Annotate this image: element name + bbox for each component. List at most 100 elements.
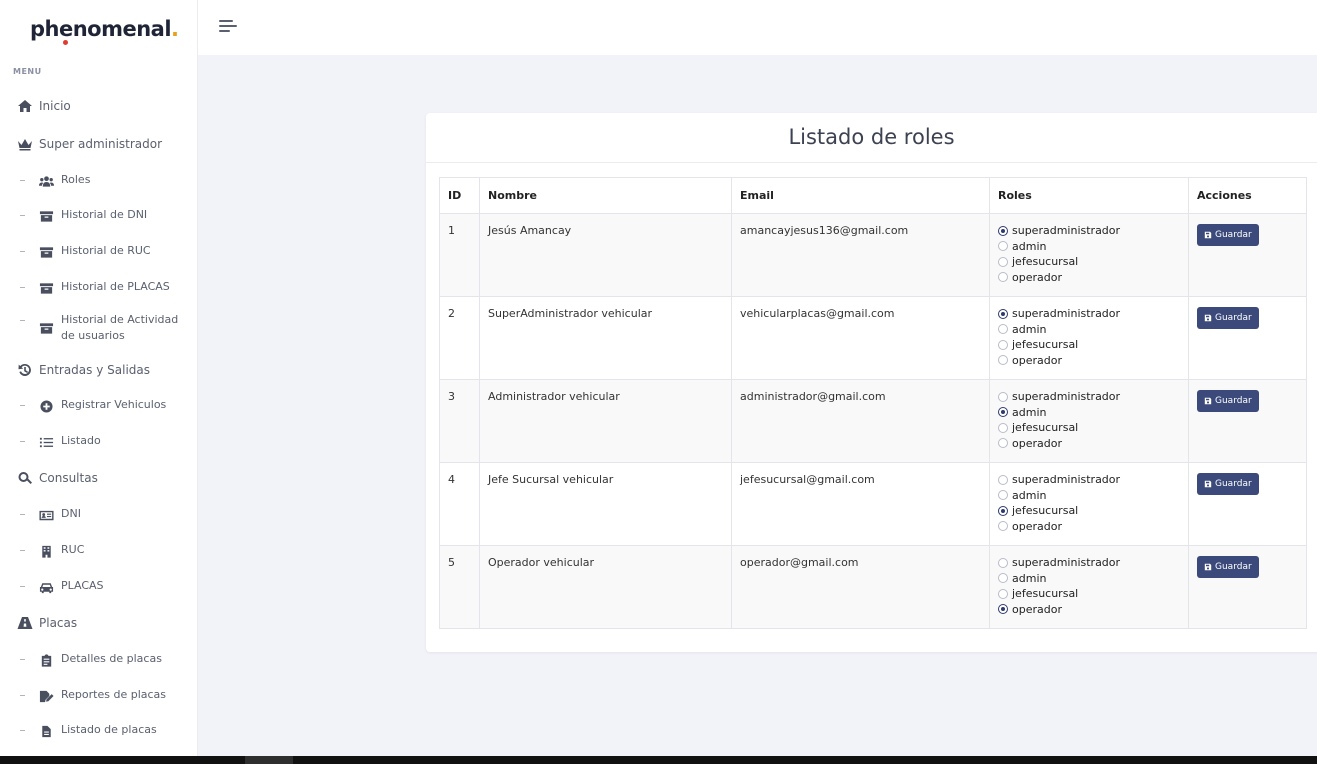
role-option-operador[interactable]: operador — [998, 519, 1180, 535]
crown-icon — [16, 137, 34, 151]
cell-roles: superadministrador admin jefesucursal opera… — [989, 213, 1189, 297]
roles-card: Listado de roles ID Nombre Email Roles A… — [426, 113, 1317, 652]
sidebar-item-label: Listado — [61, 434, 101, 447]
nav-item-inicio[interactable]: Inicio — [16, 99, 71, 113]
sub-dash — [20, 659, 25, 660]
sidebar-item-label: Registrar Vehiculos — [61, 398, 167, 411]
radio-button[interactable] — [998, 308, 1008, 319]
table-row: 2 SuperAdministrador vehicular vehicularpl… — [439, 296, 1307, 380]
file-icon — [38, 724, 54, 738]
guardar-button-label: Guardar — [1215, 313, 1252, 323]
role-option-jefesucursal[interactable]: jefesucursal — [998, 337, 1180, 353]
radio-button[interactable] — [998, 521, 1008, 532]
radio-button[interactable] — [998, 324, 1008, 335]
archive-icon — [38, 281, 54, 295]
guardar-button[interactable]: Guardar — [1197, 556, 1259, 578]
cell-nombre: Administrador vehicular — [479, 379, 732, 463]
nav-item-placas[interactable]: Placas — [16, 616, 77, 630]
role-option-admin[interactable]: admin — [998, 322, 1180, 338]
radio-button[interactable] — [998, 573, 1008, 584]
cell-roles: superadministrador admin jefesucursal opera… — [989, 296, 1189, 380]
role-option-superadministrador[interactable]: superadministrador — [998, 389, 1180, 405]
radio-button[interactable] — [998, 604, 1008, 615]
clipboard-icon — [38, 653, 54, 667]
role-option-superadministrador[interactable]: superadministrador — [998, 472, 1180, 488]
role-option-label: admin — [1012, 405, 1047, 419]
save-icon — [1204, 397, 1215, 405]
sidebar-item-label: PLACAS — [61, 579, 104, 592]
role-option-label: admin — [1012, 488, 1047, 502]
taskbar-item[interactable] — [245, 756, 293, 764]
radio-button[interactable] — [998, 339, 1008, 350]
cell-id: 5 — [439, 545, 480, 629]
role-option-label: jefesucursal — [1012, 587, 1079, 601]
role-option-jefesucursal[interactable]: jefesucursal — [998, 586, 1180, 602]
guardar-button[interactable]: Guardar — [1197, 390, 1259, 412]
guardar-button[interactable]: Guardar — [1197, 473, 1259, 495]
cell-email: administrador@gmail.com — [731, 379, 990, 463]
radio-button[interactable] — [998, 557, 1008, 568]
roles-table: ID Nombre Email Roles Acciones 1 Jesús Am… — [439, 177, 1307, 629]
role-option-label: admin — [1012, 322, 1047, 336]
cell-id: 2 — [439, 296, 480, 380]
role-option-jefesucursal[interactable]: jefesucursal — [998, 503, 1180, 519]
table-row: 5 Operador vehicular operador@gmail.com sup… — [439, 545, 1307, 629]
role-option-superadministrador[interactable]: superadministrador — [998, 555, 1180, 571]
table-header-row: ID Nombre Email Roles Acciones — [439, 177, 1307, 214]
nav-label: Entradas y Salidas — [39, 363, 150, 377]
nav-item-consultas[interactable]: Consultas — [16, 471, 98, 485]
radio-button[interactable] — [998, 355, 1008, 366]
role-option-label: superadministrador — [1012, 556, 1121, 570]
role-option-jefesucursal[interactable]: jefesucursal — [998, 254, 1180, 270]
role-option-label: admin — [1012, 239, 1047, 253]
cell-acciones: Guardar — [1188, 545, 1307, 629]
radio-button[interactable] — [998, 256, 1008, 267]
nav-item-super-administrador[interactable]: Super administrador — [16, 137, 162, 151]
guardar-button[interactable]: Guardar — [1197, 307, 1259, 329]
radio-button[interactable] — [998, 490, 1008, 501]
radio-button[interactable] — [998, 241, 1008, 252]
cell-email: vehicularplacas@gmail.com — [731, 296, 990, 380]
role-option-admin[interactable]: admin — [998, 405, 1180, 421]
sidebar-item-label: Historial de PLACAS — [61, 280, 170, 293]
radio-button[interactable] — [998, 407, 1008, 418]
role-option-operador[interactable]: operador — [998, 436, 1180, 452]
table-row: 1 Jesús Amancay amancayjesus136@gmail.com s… — [439, 213, 1307, 297]
cell-roles: superadministrador admin jefesucursal opera… — [989, 462, 1189, 546]
role-option-operador[interactable]: operador — [998, 602, 1180, 618]
nav-item-entradas-salidas[interactable]: Entradas y Salidas — [16, 363, 150, 377]
sub-dash — [20, 514, 25, 515]
role-option-admin[interactable]: admin — [998, 488, 1180, 504]
guardar-button[interactable]: Guardar — [1197, 224, 1259, 246]
role-option-admin[interactable]: admin — [998, 239, 1180, 255]
role-option-superadministrador[interactable]: superadministrador — [998, 306, 1180, 322]
radio-button[interactable] — [998, 438, 1008, 449]
role-option-label: superadministrador — [1012, 224, 1121, 238]
brand-name: phenomenal — [30, 17, 172, 41]
radio-button[interactable] — [998, 474, 1008, 485]
radio-button[interactable] — [998, 225, 1008, 236]
sidebar-item-label: Listado de placas — [61, 723, 157, 736]
cell-email: jefesucursal@gmail.com — [731, 462, 990, 546]
role-option-admin[interactable]: admin — [998, 571, 1180, 587]
search-icon — [16, 471, 34, 485]
role-option-operador[interactable]: operador — [998, 270, 1180, 286]
sidebar-item-label: Reportes de placas — [61, 688, 167, 701]
col-header-roles: Roles — [989, 177, 1189, 214]
radio-button[interactable] — [998, 588, 1008, 599]
radio-button[interactable] — [998, 272, 1008, 283]
brand-logo[interactable]: phenomenal. — [30, 17, 179, 45]
radio-button[interactable] — [998, 505, 1008, 516]
role-option-superadministrador[interactable]: superadministrador — [998, 223, 1180, 239]
radio-button[interactable] — [998, 422, 1008, 433]
sub-dash — [20, 550, 25, 551]
role-option-label: jefesucursal — [1012, 421, 1079, 435]
role-option-operador[interactable]: operador — [998, 353, 1180, 369]
menu-toggle-icon[interactable] — [219, 20, 237, 34]
guardar-button-label: Guardar — [1215, 230, 1252, 240]
sub-dash — [20, 695, 25, 696]
radio-button[interactable] — [998, 391, 1008, 402]
sub-dash — [20, 586, 25, 587]
role-option-jefesucursal[interactable]: jefesucursal — [998, 420, 1180, 436]
brand-dot: . — [171, 17, 179, 41]
